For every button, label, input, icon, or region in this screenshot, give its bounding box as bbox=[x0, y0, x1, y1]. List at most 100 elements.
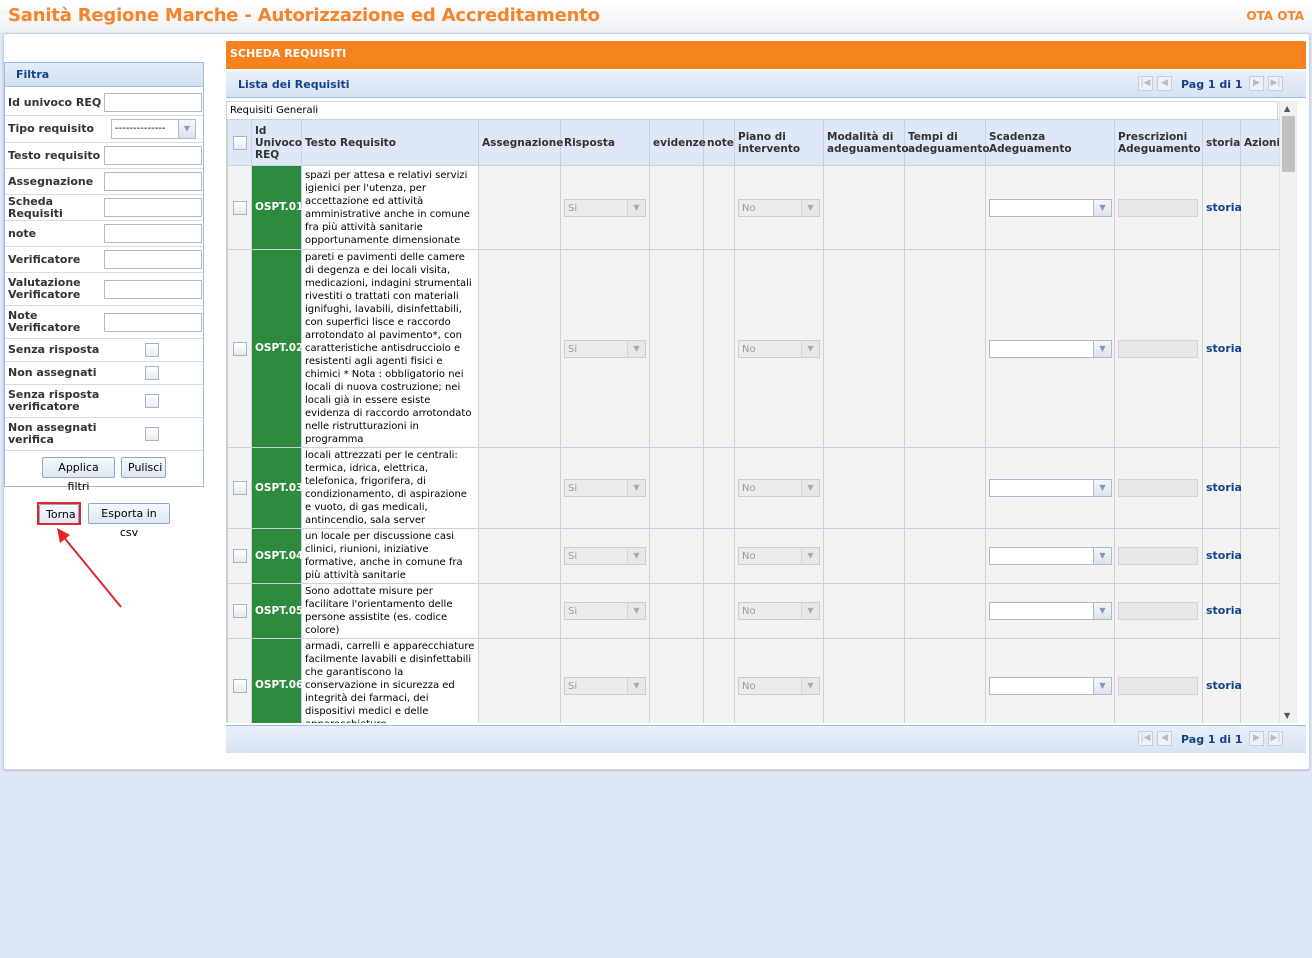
col-header-note[interactable]: note bbox=[703, 119, 735, 166]
risposta-select[interactable]: Si ▼ bbox=[564, 676, 646, 695]
filter-input[interactable] bbox=[104, 93, 202, 112]
last-page-icon[interactable]: ▶| bbox=[1268, 731, 1283, 746]
filter-input[interactable] bbox=[104, 279, 202, 299]
storia-link[interactable]: storia bbox=[1206, 342, 1242, 355]
piano-select[interactable]: No ▼ bbox=[738, 602, 820, 620]
chevron-down-icon[interactable]: ▼ bbox=[627, 677, 645, 694]
row-checkbox[interactable] bbox=[232, 200, 247, 215]
prev-page-icon[interactable]: ◀ bbox=[1157, 731, 1172, 746]
storia-link[interactable]: storia bbox=[1206, 679, 1242, 692]
last-page-icon[interactable]: ▶| bbox=[1268, 76, 1283, 91]
vertical-scrollbar[interactable]: ▲ ▼ bbox=[1279, 101, 1297, 723]
user-name[interactable]: OTA OTA bbox=[1246, 9, 1304, 23]
chevron-down-icon[interactable]: ▼ bbox=[801, 199, 819, 216]
scrollbar-thumb[interactable] bbox=[1282, 116, 1295, 172]
col-header-scadenza[interactable]: Scadenza Adeguamento bbox=[985, 119, 1115, 166]
table-row[interactable]: OSPT.03 locali attrezzati per le centrali… bbox=[227, 447, 1279, 529]
storia-link[interactable]: storia bbox=[1206, 201, 1242, 214]
col-header-azioni[interactable]: Azioni bbox=[1240, 119, 1279, 166]
filter-checkbox[interactable] bbox=[145, 343, 159, 357]
chevron-down-icon[interactable]: ▼ bbox=[627, 603, 645, 619]
table-row[interactable]: OSPT.01 spazi per attesa e relativi servi… bbox=[227, 165, 1279, 250]
chevron-down-icon[interactable]: ▼ bbox=[1093, 603, 1111, 619]
row-select-cell[interactable] bbox=[227, 638, 252, 723]
scadenza-date-field[interactable]: ▼ bbox=[989, 198, 1112, 217]
next-page-icon[interactable]: ▶ bbox=[1249, 76, 1264, 91]
col-header-risposta[interactable]: Risposta bbox=[560, 119, 650, 166]
table-row[interactable]: OSPT.06 armadi, carrelli e apparecchiatur… bbox=[227, 638, 1279, 723]
col-header-tempi[interactable]: Tempi di adeguamento bbox=[904, 119, 990, 166]
risposta-select[interactable]: Si ▼ bbox=[564, 339, 646, 358]
scroll-up-icon[interactable]: ▲ bbox=[1284, 104, 1290, 113]
next-page-icon[interactable]: ▶ bbox=[1249, 731, 1264, 746]
scadenza-date-field[interactable]: ▼ bbox=[989, 676, 1112, 695]
row-checkbox[interactable] bbox=[232, 604, 247, 618]
filter-input[interactable] bbox=[104, 172, 202, 191]
chevron-down-icon[interactable]: ▼ bbox=[801, 340, 819, 357]
chevron-down-icon[interactable]: ▼ bbox=[1093, 677, 1111, 694]
row-select-cell[interactable] bbox=[227, 249, 252, 448]
chevron-down-icon[interactable]: ▼ bbox=[801, 548, 819, 564]
filter-checkbox[interactable] bbox=[145, 366, 159, 380]
chevron-down-icon[interactable]: ▼ bbox=[1093, 340, 1111, 357]
select-all-cell[interactable] bbox=[227, 119, 252, 166]
apply-filters-button[interactable]: Applica filtri bbox=[42, 457, 115, 493]
chevron-down-icon[interactable]: ▼ bbox=[627, 199, 645, 216]
col-header-id[interactable]: Id Univoco REQ bbox=[251, 119, 302, 166]
scadenza-date-field[interactable]: ▼ bbox=[989, 479, 1112, 497]
risposta-select[interactable]: Si ▼ bbox=[564, 602, 646, 620]
piano-select[interactable]: No ▼ bbox=[738, 547, 820, 565]
col-header-storia[interactable]: storia bbox=[1202, 119, 1241, 166]
col-header-testo[interactable]: Testo Requisito bbox=[301, 119, 479, 166]
row-select-cell[interactable] bbox=[227, 165, 252, 250]
filter-checkbox[interactable] bbox=[145, 427, 159, 441]
col-header-piano[interactable]: Piano di intervento bbox=[734, 119, 824, 166]
col-header-evidenze[interactable]: evidenze bbox=[649, 119, 706, 166]
table-row[interactable]: OSPT.04 un locale per discussione casi cl… bbox=[227, 528, 1279, 584]
chevron-down-icon[interactable]: ▼ bbox=[178, 120, 195, 138]
col-header-modalita[interactable]: Modalità di adeguamento bbox=[823, 119, 909, 166]
chevron-down-icon[interactable]: ▼ bbox=[1093, 548, 1111, 564]
clear-filters-button[interactable]: Pulisci bbox=[121, 457, 166, 478]
filter-input[interactable] bbox=[104, 198, 202, 217]
piano-select[interactable]: No ▼ bbox=[738, 479, 820, 497]
storia-link[interactable]: storia bbox=[1206, 481, 1242, 494]
first-page-icon[interactable]: |◀ bbox=[1138, 76, 1153, 91]
chevron-down-icon[interactable]: ▼ bbox=[627, 340, 645, 357]
storia-link[interactable]: storia bbox=[1206, 604, 1242, 617]
chevron-down-icon[interactable]: ▼ bbox=[1093, 480, 1111, 496]
row-checkbox[interactable] bbox=[232, 678, 247, 693]
chevron-down-icon[interactable]: ▼ bbox=[627, 480, 645, 496]
filter-input[interactable] bbox=[104, 312, 202, 332]
select-all-checkbox[interactable] bbox=[232, 135, 247, 150]
chevron-down-icon[interactable]: ▼ bbox=[801, 677, 819, 694]
filter-checkbox[interactable] bbox=[145, 394, 159, 408]
col-header-assegnazione[interactable]: Assegnazione bbox=[478, 119, 563, 166]
row-checkbox[interactable] bbox=[232, 341, 247, 356]
risposta-select[interactable]: Si ▼ bbox=[564, 198, 646, 217]
piano-select[interactable]: No ▼ bbox=[738, 339, 820, 358]
prev-page-icon[interactable]: ◀ bbox=[1157, 76, 1172, 91]
scroll-down-icon[interactable]: ▼ bbox=[1284, 711, 1290, 720]
row-select-cell[interactable] bbox=[227, 528, 252, 584]
filter-input[interactable] bbox=[104, 224, 202, 243]
piano-select[interactable]: No ▼ bbox=[738, 198, 820, 217]
row-checkbox[interactable] bbox=[232, 549, 247, 563]
chevron-down-icon[interactable]: ▼ bbox=[1093, 199, 1111, 216]
risposta-select[interactable]: Si ▼ bbox=[564, 479, 646, 497]
export-csv-button[interactable]: Esporta in csv bbox=[88, 503, 170, 539]
scadenza-date-field[interactable]: ▼ bbox=[989, 339, 1112, 358]
row-select-cell[interactable] bbox=[227, 583, 252, 639]
scadenza-date-field[interactable]: ▼ bbox=[989, 547, 1112, 565]
storia-link[interactable]: storia bbox=[1206, 549, 1242, 562]
piano-select[interactable]: No ▼ bbox=[738, 676, 820, 695]
table-row[interactable]: OSPT.05 Sono adottate misure per facilita… bbox=[227, 583, 1279, 639]
chevron-down-icon[interactable]: ▼ bbox=[627, 548, 645, 564]
risposta-select[interactable]: Si ▼ bbox=[564, 547, 646, 565]
row-select-cell[interactable] bbox=[227, 447, 252, 529]
col-header-prescrizioni[interactable]: Prescrizioni Adeguamento bbox=[1114, 119, 1203, 166]
filter-select[interactable]: -------------- ▼ bbox=[111, 119, 196, 139]
scadenza-date-field[interactable]: ▼ bbox=[989, 602, 1112, 620]
row-checkbox[interactable] bbox=[232, 481, 247, 495]
filter-input[interactable] bbox=[104, 250, 202, 269]
